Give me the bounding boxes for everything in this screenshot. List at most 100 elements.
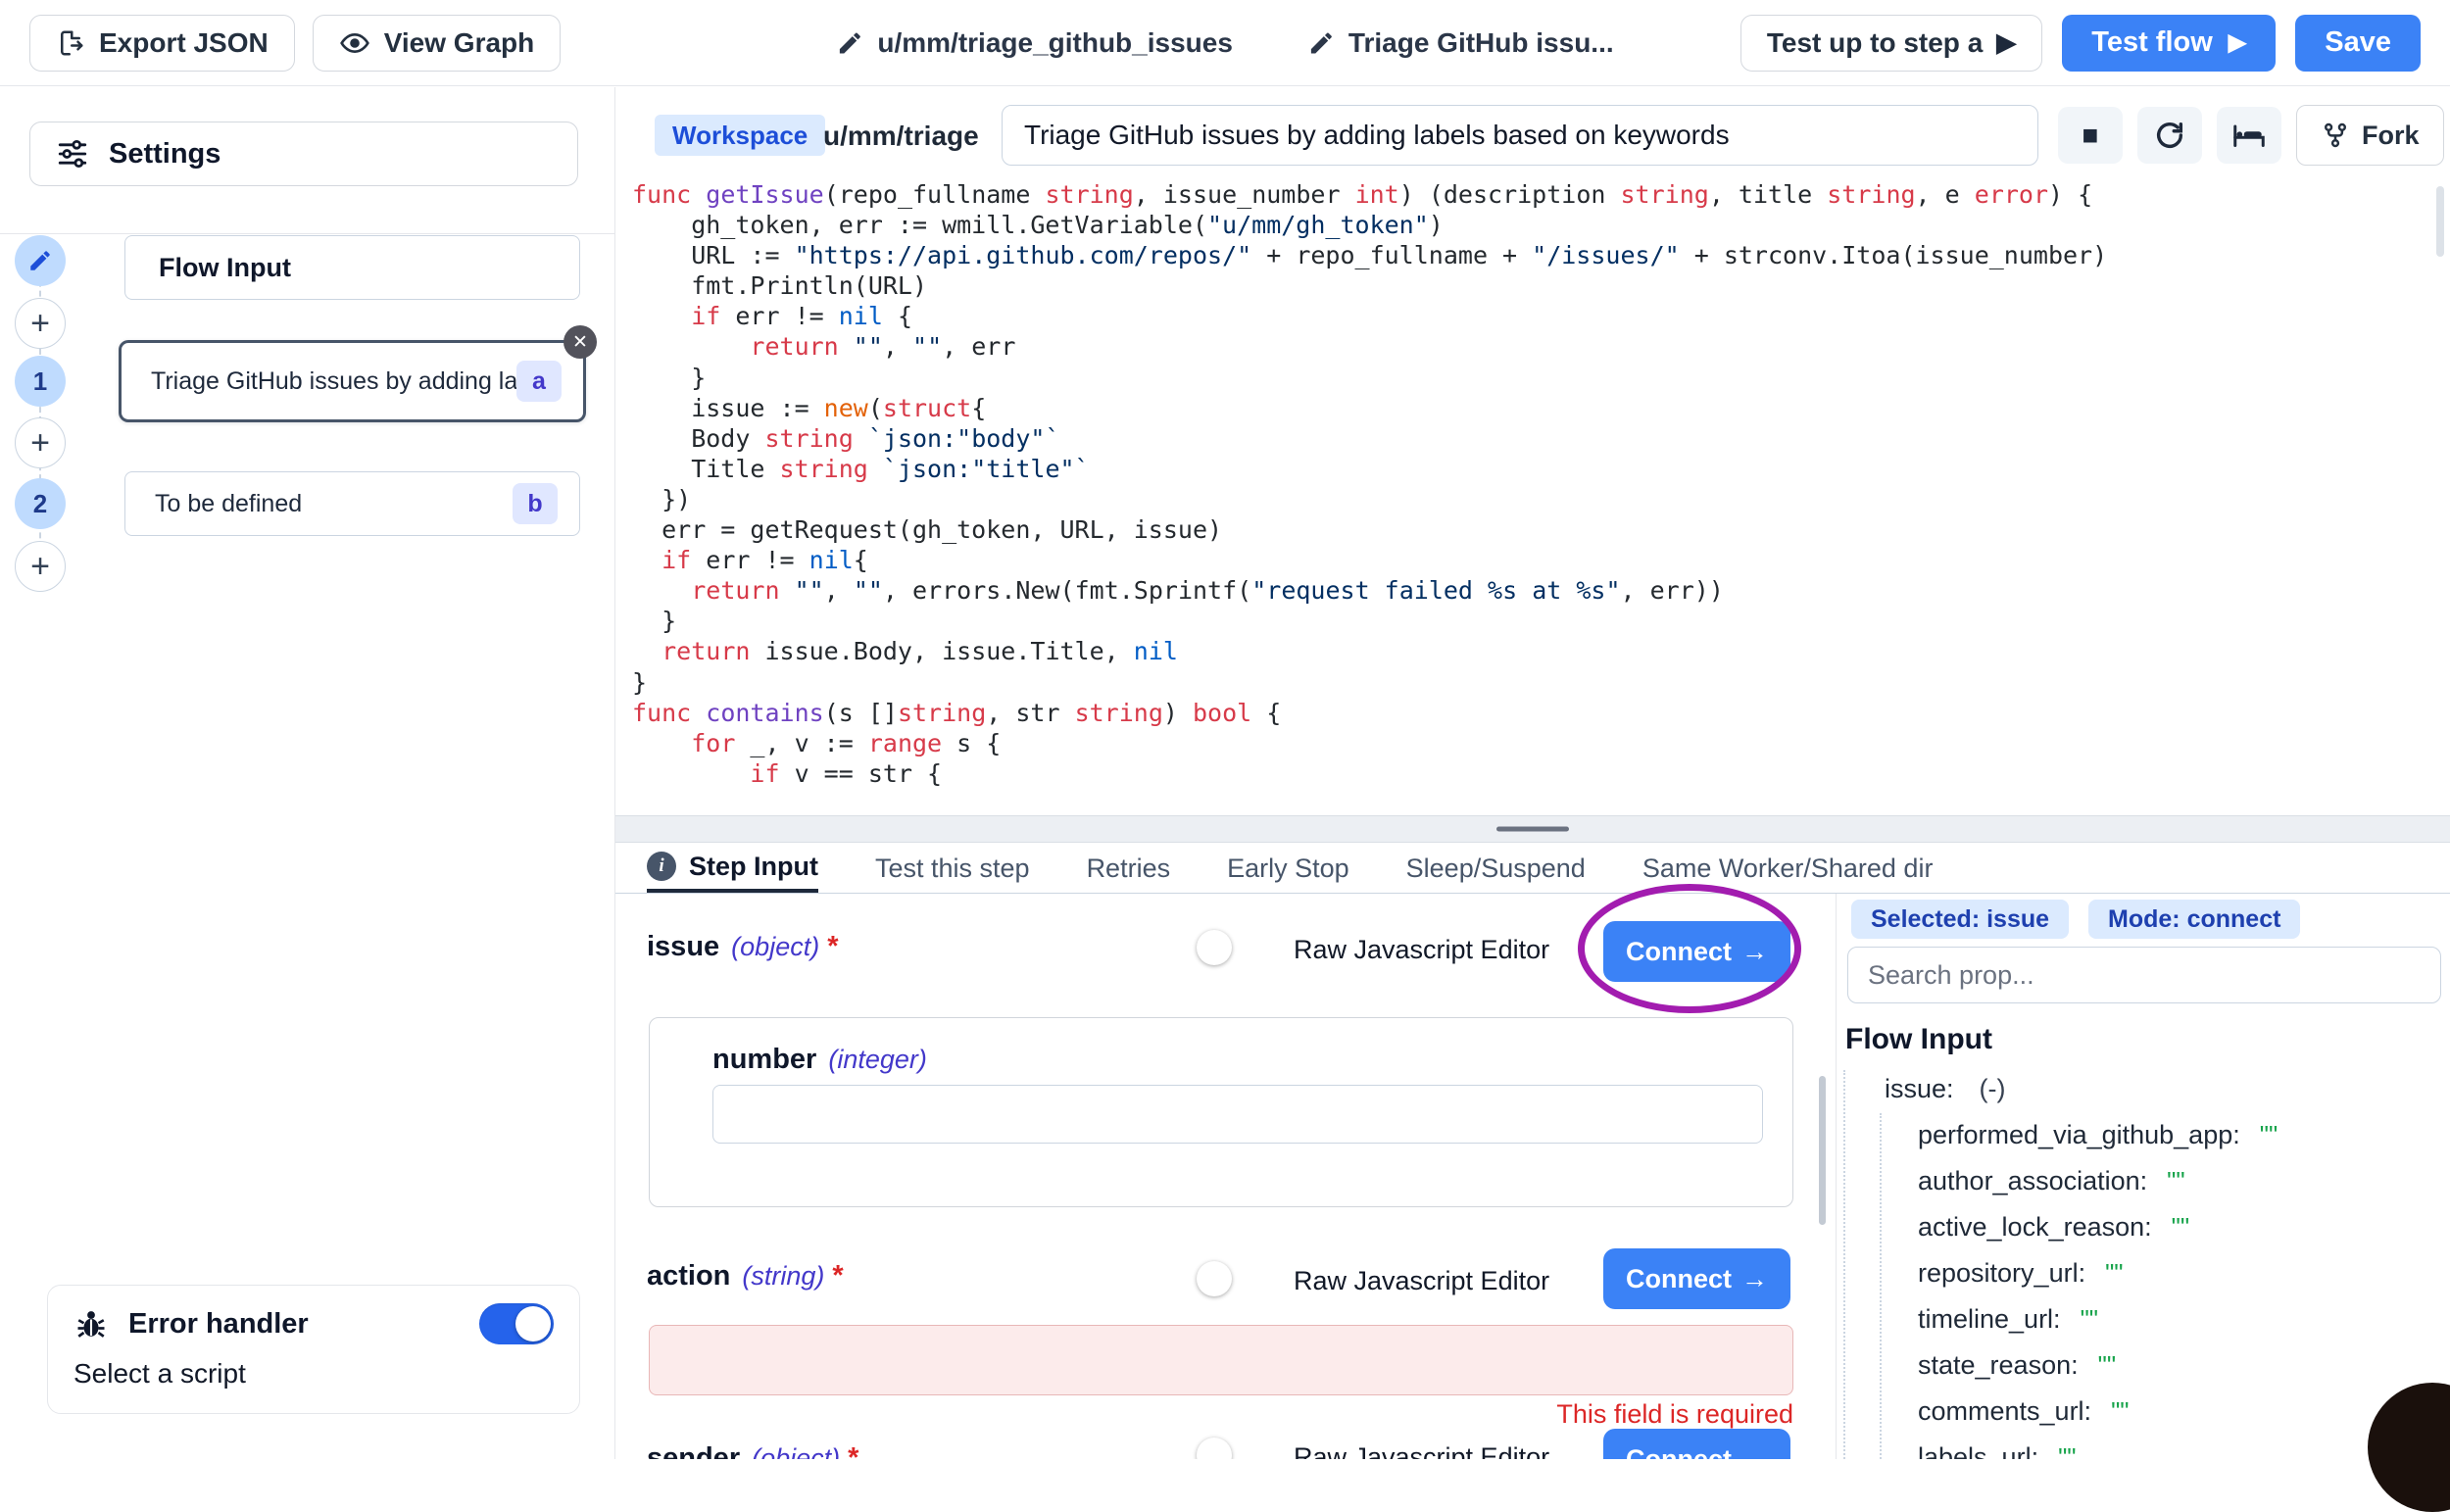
drag-grip-icon bbox=[1496, 827, 1569, 832]
step-id-badge: a bbox=[516, 361, 562, 402]
flow-path-label: u/mm/triage_github_issues bbox=[877, 27, 1233, 59]
code-line: gh_token, err := wmill.GetVariable("u/mm… bbox=[632, 210, 2450, 240]
view-graph-button[interactable]: View Graph bbox=[313, 15, 562, 72]
step-2-number: 2 bbox=[15, 478, 66, 529]
code-line: func getIssue(repo_fullname string, issu… bbox=[632, 179, 2450, 210]
prop-row[interactable]: state_reason:"" bbox=[1837, 1342, 2444, 1389]
top-toolbar: Export JSON View Graph u/mm/triage_githu… bbox=[0, 0, 2450, 86]
settings-label: Settings bbox=[109, 138, 220, 171]
test-up-to-step-button[interactable]: Test up to step a ▶ bbox=[1740, 15, 2042, 72]
sliders-icon bbox=[56, 137, 89, 171]
add-step-button[interactable]: + bbox=[15, 541, 66, 592]
code-line: err = getRequest(gh_token, URL, issue) bbox=[632, 514, 2450, 545]
info-icon: i bbox=[647, 852, 676, 881]
prop-row[interactable]: comments_url:"" bbox=[1837, 1389, 2444, 1435]
code-line: for _, v := range s { bbox=[632, 728, 2450, 758]
prop-row[interactable]: repository_url:"" bbox=[1837, 1250, 2444, 1296]
flow-sidebar: Settings Flow Input + ✕ 1 Triage GitHub … bbox=[0, 87, 615, 1459]
tab-test-this-step[interactable]: Test this step bbox=[875, 844, 1030, 893]
sidebar-divider bbox=[0, 233, 615, 234]
tab-label: Test this step bbox=[875, 854, 1030, 884]
step-node-a[interactable]: Triage GitHub issues by adding labels ..… bbox=[119, 340, 586, 422]
selected-badge: Selected: issue bbox=[1851, 900, 2069, 939]
field-number-label: number(integer) bbox=[712, 1044, 927, 1076]
test-flow-button[interactable]: Test flow ▶ bbox=[2062, 15, 2276, 72]
tab-retries[interactable]: Retries bbox=[1087, 844, 1171, 893]
form-scrollbar-thumb[interactable] bbox=[1819, 1076, 1826, 1225]
step-node-b[interactable]: To be defined b bbox=[124, 471, 580, 536]
stop-button[interactable]: ■ bbox=[2058, 107, 2123, 164]
number-input[interactable] bbox=[712, 1085, 1763, 1144]
panel-resize-handle[interactable] bbox=[615, 815, 2450, 843]
prop-value: "" bbox=[2111, 1396, 2129, 1427]
field-action-label: action(string)* bbox=[647, 1260, 844, 1293]
code-editor[interactable]: func getIssue(repo_fullname string, issu… bbox=[615, 179, 2450, 815]
tab-label: Retries bbox=[1087, 854, 1171, 884]
settings-button[interactable]: Settings bbox=[29, 122, 578, 186]
plus-icon: + bbox=[30, 548, 50, 586]
prop-value: "" bbox=[2081, 1304, 2098, 1335]
prop-row[interactable]: author_association:"" bbox=[1837, 1158, 2444, 1204]
error-handler-subtitle[interactable]: Select a script bbox=[74, 1358, 554, 1390]
flow-input-node-icon bbox=[15, 235, 66, 286]
tab-sleep-suspend[interactable]: Sleep/Suspend bbox=[1406, 844, 1586, 893]
prop-value: "" bbox=[2172, 1212, 2189, 1243]
add-step-button[interactable]: + bbox=[15, 298, 66, 349]
flow-input-section-title: Flow Input bbox=[1845, 1023, 1992, 1056]
fork-button[interactable]: Fork bbox=[2296, 105, 2444, 166]
code-line: Title string `json:"title"` bbox=[632, 454, 2450, 484]
prop-row[interactable]: performed_via_github_app: "" bbox=[1837, 1112, 2444, 1158]
connect-button-sender[interactable]: Connect → bbox=[1603, 1429, 1790, 1459]
prop-row[interactable]: labels_url:"" bbox=[1837, 1435, 2444, 1459]
test-flow-label: Test flow bbox=[2091, 26, 2213, 59]
arrow-right-icon: → bbox=[1741, 1264, 1768, 1294]
prop-key: performed_via_github_app: bbox=[1918, 1120, 2240, 1150]
sleep-button[interactable] bbox=[2217, 107, 2281, 164]
error-handler-title: Error handler bbox=[128, 1308, 460, 1341]
code-line: if v == str { bbox=[632, 758, 2450, 789]
flow-name-crumb[interactable]: Triage GitHub issu... bbox=[1307, 27, 1614, 59]
connect-button-action[interactable]: Connect → bbox=[1603, 1248, 1790, 1309]
raw-js-label: Raw Javascript Editor bbox=[1294, 1442, 1549, 1459]
close-icon: ✕ bbox=[572, 331, 588, 354]
flow-path-crumb[interactable]: u/mm/triage_github_issues bbox=[836, 27, 1233, 59]
workspace-badge: Workspace bbox=[655, 115, 825, 156]
tab-early-stop[interactable]: Early Stop bbox=[1227, 844, 1349, 893]
flow-summary-input[interactable] bbox=[1002, 105, 2038, 166]
flow-name-label: Triage GitHub issu... bbox=[1348, 27, 1614, 59]
refresh-button[interactable] bbox=[2137, 107, 2202, 164]
tab-step-input[interactable]: iStep Input bbox=[647, 844, 818, 893]
prop-value: "" bbox=[2167, 1166, 2184, 1196]
prop-row[interactable]: active_lock_reason:"" bbox=[1837, 1204, 2444, 1250]
connect-button-issue[interactable]: Connect → bbox=[1603, 921, 1790, 982]
prop-value: "" bbox=[2260, 1120, 2278, 1150]
view-graph-label: View Graph bbox=[384, 27, 535, 59]
add-step-button[interactable]: + bbox=[15, 417, 66, 468]
code-line: return "", "", errors.New(fmt.Sprintf("r… bbox=[632, 575, 2450, 606]
prop-search-input[interactable] bbox=[1847, 947, 2441, 1003]
export-json-button[interactable]: Export JSON bbox=[29, 15, 295, 72]
code-line: return issue.Body, issue.Title, nil bbox=[632, 636, 2450, 666]
flow-input-node[interactable]: Flow Input bbox=[124, 235, 580, 300]
prop-row-issue[interactable]: issue: (-) bbox=[1837, 1066, 2444, 1112]
code-line: if err != nil{ bbox=[632, 545, 2450, 575]
refresh-icon bbox=[2153, 119, 2186, 152]
export-icon bbox=[56, 28, 85, 58]
code-line: fmt.Println(URL) bbox=[632, 270, 2450, 301]
git-fork-icon bbox=[2321, 121, 2350, 150]
arrow-right-icon: → bbox=[1741, 937, 1768, 967]
step-detail-tabs: iStep Input Test this step Retries Early St… bbox=[615, 844, 2450, 894]
tab-same-worker-shared-dir[interactable]: Same Worker/Shared dir bbox=[1642, 844, 1934, 893]
remove-step-button[interactable]: ✕ bbox=[564, 325, 597, 359]
mode-badge: Mode: connect bbox=[2088, 900, 2300, 939]
play-icon: ▶ bbox=[1996, 27, 2016, 58]
pencil-icon bbox=[836, 29, 863, 57]
prop-key: repository_url: bbox=[1918, 1258, 2085, 1289]
code-scrollbar[interactable] bbox=[2436, 186, 2444, 257]
connect-panel: Selected: issue Mode: connect Flow Input… bbox=[1836, 894, 2450, 1459]
prop-key: labels_url: bbox=[1918, 1442, 2038, 1459]
prop-row[interactable]: timeline_url:"" bbox=[1837, 1296, 2444, 1342]
error-handler-toggle[interactable] bbox=[479, 1303, 554, 1344]
action-input-invalid[interactable] bbox=[649, 1325, 1793, 1395]
save-button[interactable]: Save bbox=[2295, 15, 2421, 72]
